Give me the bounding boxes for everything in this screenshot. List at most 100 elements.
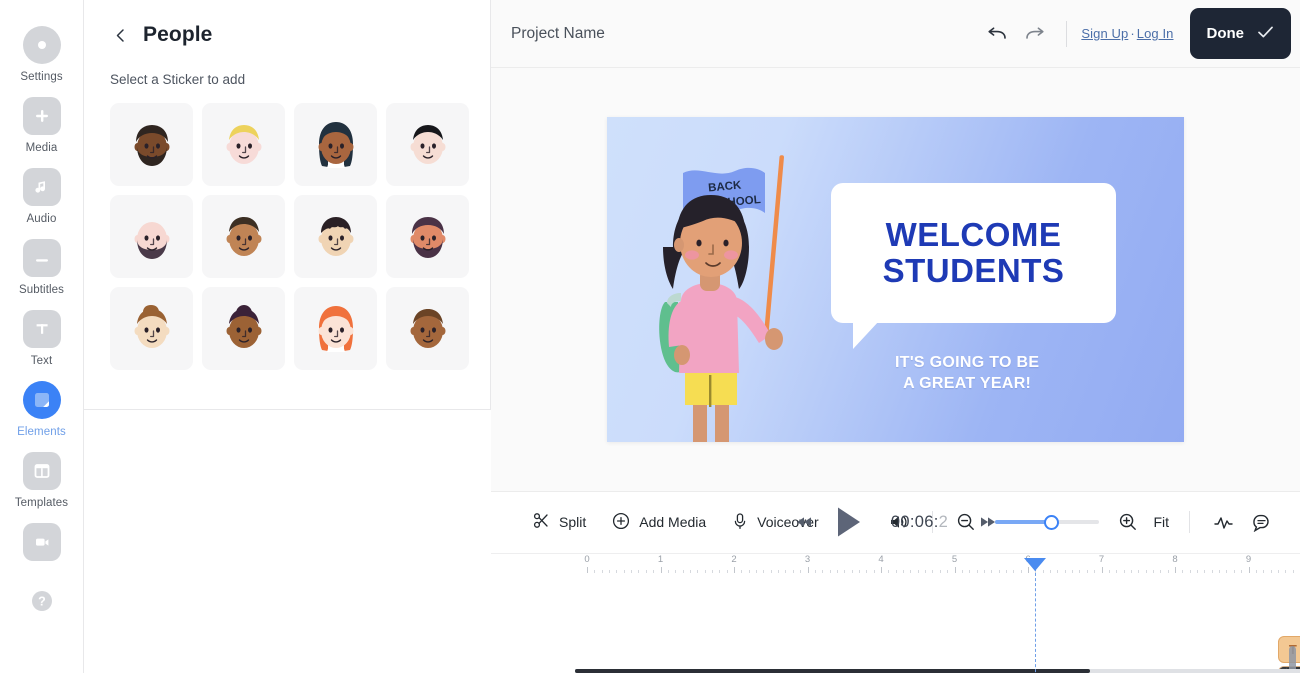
avatar-brown-short-hair-icon [402,302,454,356]
toolbar-left-group: Split Add Media Voiceover [533,512,819,533]
ruler-tick-label: 7 [1098,553,1105,565]
time-display: 00:06:2 [883,513,957,532]
timeline-horizontal-scrollbar[interactable] [575,669,1090,673]
sidebar-item-label: Media [25,142,58,154]
gear-icon [22,26,61,64]
sticker-avatar-red-beard[interactable] [386,195,469,278]
video-camera-icon [22,523,61,561]
avatar-curly-top-knot-icon [218,302,270,356]
sidebar-item-subtitles[interactable]: Subtitles [0,239,84,296]
video-canvas[interactable]: BACK TO SCHOOL [607,116,1184,442]
plus-icon [22,97,61,135]
headline-line-2: STUDENTS [882,251,1065,289]
avatar-ginger-long-hair-icon [310,302,362,356]
microphone-icon [732,512,748,533]
help-question-icon: ? [23,582,61,620]
plus-circle-icon [612,512,630,533]
ruler-tick-label: 9 [1245,553,1252,565]
sidebar-item-label: Audio [26,213,57,225]
sticker-avatar-black-hair-short[interactable] [386,103,469,186]
sidebar-item-elements[interactable]: Elements [0,381,84,438]
panel-subtitle: Select a Sticker to add [110,72,246,87]
subtitles-icon [22,239,61,277]
top-bar-actions: Sign Up · Log In Done [978,8,1291,59]
chevron-left-icon[interactable] [109,24,131,46]
play-button[interactable] [835,505,863,539]
templates-grid-icon [22,452,61,490]
video-editor-app: Settings Media Audio Subtitles Text Elem… [0,0,1300,673]
waveform-icon[interactable] [1204,505,1242,539]
zoom-slider-fill [995,520,1051,524]
sticker-avatar-blonde-short[interactable] [202,103,285,186]
check-icon [1257,25,1274,43]
avatar-black-hair-short-icon [402,118,454,172]
scissors-icon [533,512,550,532]
ruler-tick-label: 3 [804,553,811,565]
zoom-slider[interactable] [995,513,1100,531]
elements-icon [22,381,61,419]
zoom-in-icon[interactable] [1109,505,1147,539]
ruler-tick-label: 4 [878,553,884,565]
sidebar-item-settings[interactable]: Settings [0,26,84,83]
sticker-avatar-curly-top-knot[interactable] [202,287,285,370]
sidebar-item-media[interactable]: Media [0,97,84,154]
svg-text:?: ? [38,595,46,609]
redo-arrow-icon[interactable] [1016,17,1054,51]
avatar-blonde-short-icon [218,118,270,172]
sidebar-item-templates[interactable]: Templates [0,452,84,509]
sticker-avatar-dark-wavy-hair[interactable] [294,195,377,278]
top-bar: Project Name Sign Up · Log In Done [491,0,1300,68]
text-t-icon [22,310,61,348]
sidebar-item-text[interactable]: Text [0,310,84,367]
sticker-avatar-brown-short-hair[interactable] [386,287,469,370]
sticker-avatar-ginger-long-hair[interactable] [294,287,377,370]
sidebar-item-label: Elements [17,426,66,438]
music-note-icon [22,168,61,206]
auth-links: Sign Up · Log In [1081,26,1173,41]
speech-bubble: WELCOME STUDENTS [831,182,1116,349]
sticker-panel: People Select a Sticker to add [84,0,491,410]
skip-back-icon[interactable] [795,515,815,529]
undo-arrow-icon[interactable] [978,17,1016,51]
project-name-field[interactable]: Project Name [511,25,605,43]
done-button-label: Done [1206,25,1245,42]
add-media-button[interactable]: Add Media [612,512,706,533]
playhead-handle[interactable] [1024,557,1047,571]
avatar-red-beard-icon [402,210,454,264]
sticker-avatar-long-dark-hair[interactable] [294,103,377,186]
ruler-tick-label: 5 [951,553,958,565]
sign-up-link[interactable]: Sign Up [1081,26,1128,41]
split-button[interactable]: Split [533,512,586,532]
sticker-avatar-brown-hair-medium[interactable] [202,195,285,278]
sticker-grid [110,103,470,370]
sidebar-item-record-video[interactable] [0,523,84,568]
ruler-tick-label: 0 [584,553,590,565]
timeline-ruler[interactable]: 012345678910111213141516 [575,554,1300,576]
time-main: 00:06: [890,512,939,531]
log-in-link[interactable]: Log In [1137,26,1174,41]
ruler-ticks [575,566,1300,575]
divider [1189,511,1190,533]
done-button[interactable]: Done [1189,8,1291,59]
sidebar-item-help[interactable]: ? [0,582,84,627]
zoom-slider-handle[interactable] [1044,514,1060,530]
caption-bubble-icon[interactable] [1242,505,1280,539]
ruler-tick-label: 8 [1172,553,1178,565]
skip-forward-icon[interactable] [977,515,997,529]
sidebar-item-label: Settings [20,71,63,83]
avatar-brown-hair-medium-icon [218,210,270,264]
add-media-label: Add Media [639,514,707,530]
playhead-line[interactable] [1035,567,1037,673]
sub-caption-line-1: IT'S GOING TO BE [895,353,1040,371]
sidebar-item-label: Text [30,355,53,367]
timeline[interactable]: 012345678910111213141516 TI will be your… [491,553,1300,673]
sub-caption: IT'S GOING TO BE A GREAT YEAR! [895,353,1039,395]
sticker-avatar-bun-hairstyle[interactable] [110,287,193,370]
editor-toolbar: Split Add Media Voiceover 00:06:2 Fit [491,491,1300,554]
sticker-avatar-bald-with-beard[interactable] [110,195,193,278]
sticker-avatar-bearded-dark-skin[interactable] [110,103,193,186]
page-title: People [143,23,213,46]
fit-button[interactable]: Fit [1147,514,1175,530]
sidebar-item-audio[interactable]: Audio [0,168,84,225]
headline-line-1: WELCOME [885,216,1062,254]
